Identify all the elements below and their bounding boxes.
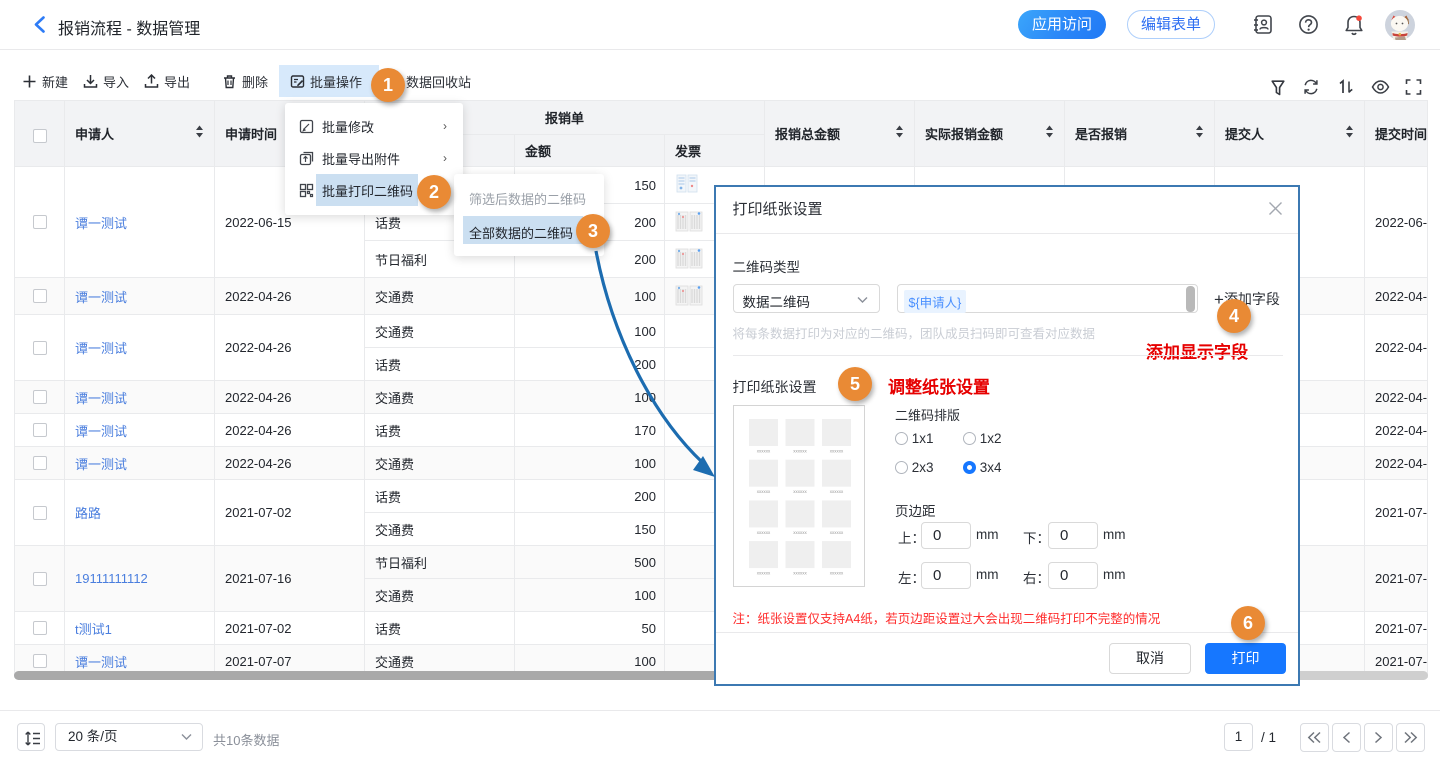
svg-text:xxxxxx: xxxxxx (829, 530, 843, 535)
svg-text:xxxxxx: xxxxxx (829, 571, 843, 576)
svg-text:xxxxxx: xxxxxx (756, 449, 770, 454)
svg-text:xxxxxx: xxxxxx (793, 571, 807, 576)
svg-text:xxxxxx: xxxxxx (793, 530, 807, 535)
svg-text:xxxxxx: xxxxxx (793, 489, 807, 494)
svg-text:xxxxxx: xxxxxx (829, 449, 843, 454)
svg-text:xxxxxx: xxxxxx (756, 530, 770, 535)
svg-text:xxxxxx: xxxxxx (756, 489, 770, 494)
svg-text:xxxxxx: xxxxxx (756, 571, 770, 576)
svg-text:xxxxxx: xxxxxx (829, 489, 843, 494)
svg-text:xxxxxx: xxxxxx (793, 449, 807, 454)
